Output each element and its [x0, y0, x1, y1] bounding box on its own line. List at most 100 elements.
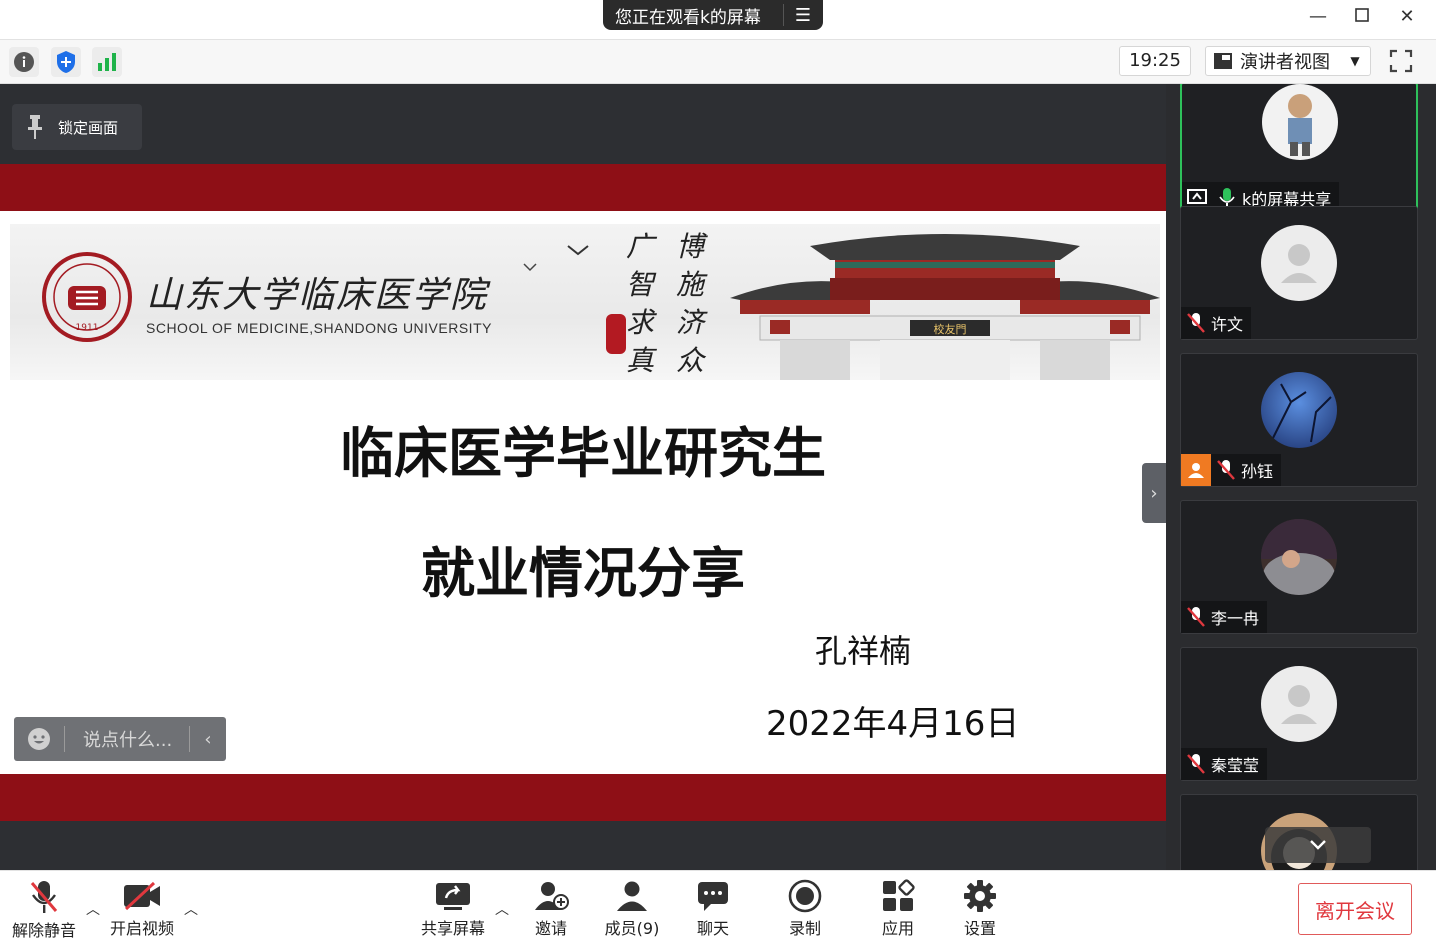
participant-name-tag: 秦莹莹: [1181, 748, 1268, 780]
motto-column-2: 博施济众: [676, 230, 705, 377]
meeting-timer: 19:25: [1119, 46, 1191, 76]
chat-button[interactable]: 聊天: [673, 879, 753, 939]
red-stamp: [606, 314, 626, 354]
school-name-en: SCHOOL OF MEDICINE,SHANDONG UNIVERSITY: [146, 320, 492, 336]
microphone-muted-icon: [1181, 748, 1211, 780]
school-banner: 1911 山东大学临床医学院 SCHOOL OF MEDICINE,SHANDO…: [10, 224, 1160, 380]
chevron-left-icon[interactable]: ‹: [190, 729, 226, 750]
presentation-slide: 1911 山东大学临床医学院 SCHOOL OF MEDICINE,SHANDO…: [0, 211, 1166, 774]
avatar: [1262, 84, 1338, 160]
participant-tile[interactable]: 孙钰: [1180, 353, 1418, 487]
sidebar-toggle-handle[interactable]: ›: [1142, 463, 1166, 523]
microphone-muted-icon: [1211, 454, 1241, 486]
invite-label: 邀请: [534, 919, 567, 938]
school-seal-logo: 1911: [42, 252, 132, 342]
avatar: [1261, 372, 1337, 448]
school-name-cn: 山东大学临床医学院: [146, 275, 489, 316]
share-options-caret[interactable]: ︿: [492, 899, 512, 919]
participant-tile[interactable]: 李一冉: [1180, 500, 1418, 634]
slide-top-band: [0, 164, 1166, 211]
chevron-down-icon: ▼: [1350, 54, 1360, 68]
school-gate-illustration: 校友門: [730, 234, 1160, 380]
scroll-down-button[interactable]: [1265, 827, 1371, 863]
camera-off-icon: [122, 879, 162, 913]
record-button[interactable]: 录制: [765, 879, 845, 939]
slide-author: 孔祥楠: [815, 632, 912, 670]
fullscreen-icon[interactable]: [1386, 46, 1416, 76]
slide-bottom-band: [0, 774, 1166, 821]
motto-column-1: 广智求真: [626, 230, 655, 377]
lock-view-button[interactable]: 锁定画面: [12, 104, 142, 150]
meeting-toolbar: 19:25 演讲者视图 ▼: [0, 40, 1436, 84]
shared-screen-stage: 锁定画面 1911 山东大学临床医学院 SCHOOL OF MEDICINE,S…: [0, 84, 1166, 870]
menu-icon[interactable]: ☰: [784, 5, 822, 26]
start-video-button[interactable]: 开启视频: [102, 879, 182, 939]
info-icon[interactable]: [9, 47, 39, 77]
pin-icon: [12, 114, 58, 140]
slide-date: 2022年4月16日: [766, 704, 1020, 744]
chat-input[interactable]: 说点什么...: [65, 726, 189, 752]
shield-icon[interactable]: [51, 47, 81, 77]
share-screen-label: 共享屏幕: [420, 919, 485, 938]
members-icon: [612, 879, 652, 913]
microphone-muted-icon: [1181, 307, 1211, 339]
slide-subtitle: 就业情况分享: [421, 542, 745, 605]
svg-text:校友門: 校友門: [934, 322, 967, 336]
share-screen-button[interactable]: 共享屏幕: [413, 879, 493, 939]
avatar: [1261, 666, 1337, 742]
settings-button[interactable]: 设置: [940, 879, 1020, 939]
avatar: [1261, 225, 1337, 301]
participant-tile[interactable]: [1180, 794, 1418, 870]
birds-illustration: [523, 245, 589, 272]
record-label: 录制: [788, 919, 821, 938]
microphone-muted-icon: [24, 879, 64, 915]
slide-title: 临床医学毕业研究生: [340, 422, 826, 485]
participant-name: 秦莹莹: [1211, 756, 1260, 775]
participant-tile[interactable]: 许文: [1180, 206, 1418, 340]
chat-icon: [693, 879, 733, 913]
microphone-muted-icon: [1181, 601, 1211, 633]
members-button[interactable]: 成员(9): [592, 879, 672, 939]
invite-button[interactable]: 邀请: [511, 879, 591, 939]
share-screen-icon: [433, 879, 473, 913]
view-mode-label: 演讲者视图: [1240, 52, 1330, 73]
title-bar: 您正在观看k的屏幕 ☰ — ✕: [0, 0, 1436, 40]
avatar: [1261, 519, 1337, 595]
share-notice-pill[interactable]: 您正在观看k的屏幕 ☰: [603, 0, 823, 30]
lock-view-label: 锁定画面: [58, 118, 119, 137]
emoji-icon[interactable]: [14, 727, 64, 751]
signal-icon[interactable]: [92, 47, 122, 77]
participant-tile[interactable]: 秦莹莹: [1180, 647, 1418, 781]
view-layout-icon: [1206, 52, 1240, 70]
video-options-caret[interactable]: ︿: [181, 899, 201, 919]
audio-options-caret[interactable]: ︿: [83, 899, 103, 919]
svg-text:1911: 1911: [76, 323, 99, 333]
participants-sidebar: k的屏幕共享 许文 孙钰 李一冉 秦莹莹: [1166, 84, 1436, 870]
share-notice-text: 您正在观看k的屏幕: [615, 7, 761, 28]
apps-label: 应用: [881, 919, 914, 938]
participant-name: 孙钰: [1241, 462, 1274, 481]
view-mode-dropdown[interactable]: 演讲者视图 ▼: [1205, 46, 1371, 76]
unmute-button[interactable]: 解除静音: [4, 879, 84, 940]
record-icon: [785, 879, 825, 913]
minimize-icon[interactable]: —: [1303, 4, 1333, 30]
apps-button[interactable]: 应用: [858, 879, 938, 939]
add-person-icon: [531, 879, 571, 913]
start-video-label: 开启视频: [109, 919, 174, 938]
members-label: 成员(9): [604, 919, 660, 938]
participant-name: 李一冉: [1211, 609, 1260, 628]
chevron-down-icon: [1310, 840, 1326, 850]
gear-icon: [960, 879, 1000, 913]
host-badge-icon: [1181, 454, 1211, 486]
participant-name-tag: 许文: [1181, 307, 1252, 339]
meeting-controls-bar: 解除静音 ︿ 开启视频 ︿ 共享屏幕 ︿ 邀请 成员(9) 聊天 录制 应用 设…: [0, 870, 1436, 940]
quick-chat-box[interactable]: 说点什么... ‹: [14, 717, 226, 761]
leave-meeting-button[interactable]: 离开会议: [1298, 883, 1412, 935]
unmute-label: 解除静音: [11, 921, 76, 940]
apps-icon: [878, 879, 918, 913]
chat-label: 聊天: [696, 919, 729, 938]
participant-name-tag: 李一冉: [1181, 601, 1268, 633]
participant-tile[interactable]: k的屏幕共享: [1180, 84, 1418, 216]
close-icon[interactable]: ✕: [1392, 4, 1422, 30]
maximize-icon[interactable]: [1347, 4, 1377, 30]
